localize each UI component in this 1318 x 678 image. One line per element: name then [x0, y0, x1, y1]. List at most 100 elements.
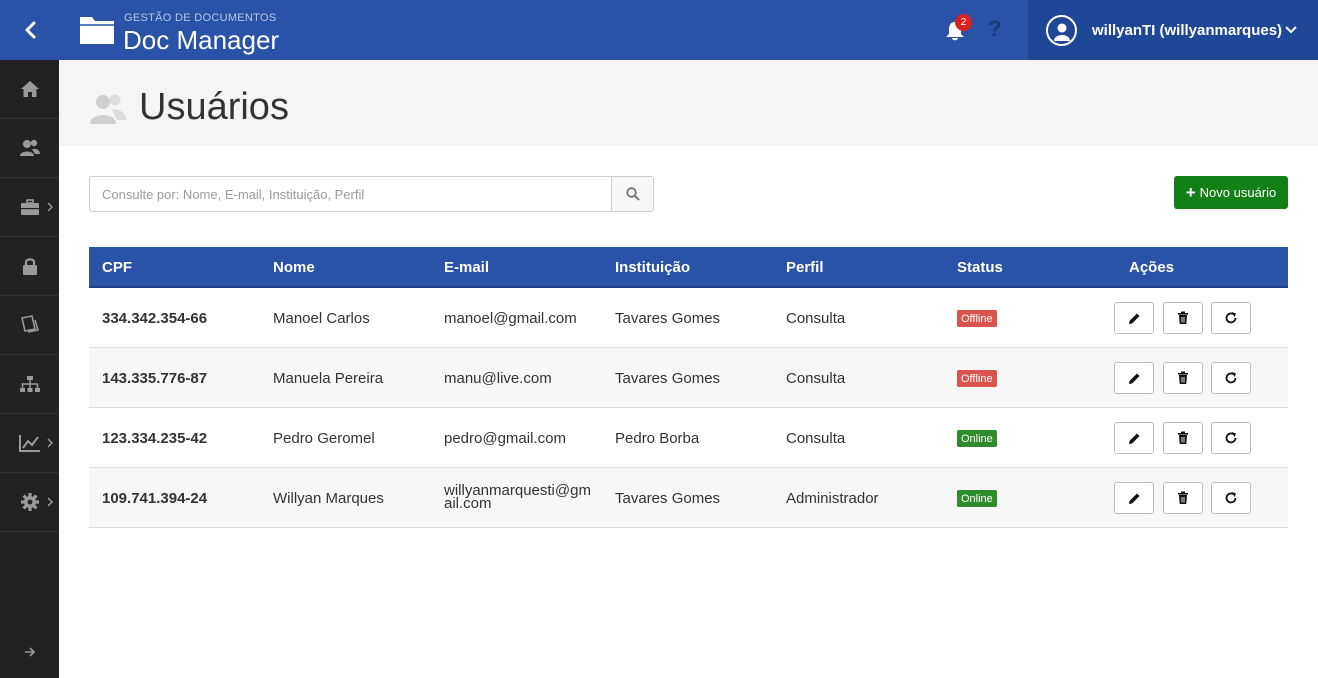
cell-instituicao: Tavares Gomes	[615, 310, 721, 327]
header-perfil[interactable]: Perfil	[786, 259, 824, 276]
cell-instituicao: Tavares Gomes	[615, 370, 721, 387]
header-email[interactable]: E-mail	[444, 259, 489, 276]
table-row: 334.342.354-66 Manoel Carlos manoel@gmai…	[89, 288, 1288, 348]
notification-badge: 2	[955, 14, 972, 31]
page-title: Usuários	[139, 86, 289, 128]
cell-cpf: 143.335.776-87	[102, 370, 208, 387]
user-name: willyanTI (willyanmarques)	[1092, 22, 1283, 39]
delete-button[interactable]	[1163, 302, 1203, 334]
cell-nome: Manuela Pereira	[273, 370, 384, 387]
sidebar-item-home[interactable]	[0, 60, 59, 119]
table-header: CPF Nome E-mail Instituição Perfil Statu…	[89, 247, 1288, 288]
cell-perfil: Administrador	[786, 490, 879, 507]
page-title-bar: Usuários	[59, 60, 1318, 146]
status-badge: Online	[957, 430, 997, 447]
search-box	[89, 176, 654, 212]
table-row: 123.334.235-42 Pedro Geromel pedro@gmail…	[89, 408, 1288, 468]
status-badge: Offline	[957, 310, 997, 327]
documents-icon	[20, 315, 39, 333]
chart-icon	[18, 435, 40, 452]
status-badge: Online	[957, 490, 997, 507]
reset-button[interactable]	[1211, 302, 1251, 334]
sidebar-item-documents[interactable]	[0, 296, 59, 355]
users-icon	[19, 139, 40, 156]
refresh-icon	[1225, 312, 1237, 324]
users-table: CPF Nome E-mail Instituição Perfil Statu…	[89, 247, 1288, 528]
delete-button[interactable]	[1163, 422, 1203, 454]
sidebar-expand-button[interactable]	[0, 626, 59, 678]
header-status[interactable]: Status	[957, 259, 1003, 276]
chevron-right-icon	[47, 497, 53, 507]
cell-perfil: Consulta	[786, 430, 846, 447]
folder-icon	[80, 17, 114, 44]
cell-perfil: Consulta	[786, 310, 846, 327]
search-icon	[625, 187, 640, 201]
delete-button[interactable]	[1163, 362, 1203, 394]
briefcase-icon	[20, 198, 39, 215]
edit-button[interactable]	[1114, 362, 1154, 394]
cell-cpf: 109.741.394-24	[102, 490, 208, 507]
new-user-button[interactable]: + Novo usuário	[1174, 176, 1288, 209]
pencil-icon	[1128, 313, 1139, 324]
header-instituicao[interactable]: Instituição	[615, 259, 690, 276]
chevron-left-icon	[25, 21, 35, 39]
new-user-label: Novo usuário	[1199, 185, 1277, 200]
user-menu[interactable]: willyanTI (willyanmarques)	[1028, 0, 1318, 60]
header-acoes: Ações	[1129, 259, 1175, 276]
cell-nome: Manoel Carlos	[273, 310, 370, 327]
sidebar-item-users[interactable]	[0, 119, 59, 178]
reset-button[interactable]	[1211, 422, 1251, 454]
chevron-right-icon	[47, 438, 53, 448]
refresh-icon	[1225, 432, 1237, 444]
lock-icon	[22, 257, 37, 275]
cell-instituicao: Tavares Gomes	[615, 490, 721, 507]
home-icon	[20, 81, 39, 97]
cell-instituicao: Pedro Borba	[615, 430, 700, 447]
sidebar-item-reports[interactable]	[0, 414, 59, 473]
user-icon	[1053, 23, 1070, 41]
edit-button[interactable]	[1114, 302, 1154, 334]
edit-button[interactable]	[1114, 422, 1154, 454]
refresh-icon	[1225, 492, 1237, 504]
cell-nome: Pedro Geromel	[273, 430, 375, 447]
chevron-down-icon	[1285, 26, 1297, 34]
header-cpf[interactable]: CPF	[102, 259, 132, 276]
trash-icon	[1178, 371, 1188, 384]
gear-icon	[20, 493, 39, 511]
search-input[interactable]	[90, 177, 612, 211]
chevron-right-icon	[47, 202, 53, 212]
cell-email: manoel@gmail.com	[444, 310, 577, 327]
brand-subtitle: GESTÃO DE DOCUMENTOS	[124, 12, 277, 24]
arrow-right-icon	[24, 647, 35, 657]
brand-title: Doc Manager	[123, 25, 280, 55]
edit-button[interactable]	[1114, 482, 1154, 514]
table-row: 143.335.776-87 Manuela Pereira manu@live…	[89, 348, 1288, 408]
help-icon[interactable]: ?	[988, 16, 1001, 42]
sidebar	[0, 0, 59, 678]
reset-button[interactable]	[1211, 362, 1251, 394]
sidebar-item-briefcase[interactable]	[0, 178, 59, 237]
top-header: GESTÃO DE DOCUMENTOS Doc Manager 2 ? wil…	[59, 0, 1318, 60]
sidebar-item-structure[interactable]	[0, 355, 59, 414]
trash-icon	[1178, 491, 1188, 504]
plus-icon: +	[1185, 183, 1196, 202]
cell-cpf: 334.342.354-66	[102, 310, 208, 327]
header-nome[interactable]: Nome	[273, 259, 315, 276]
pencil-icon	[1128, 433, 1139, 444]
cell-email: pedro@gmail.com	[444, 430, 566, 447]
cell-email: willyanmarquesti@gmail.com	[444, 482, 591, 512]
reset-button[interactable]	[1211, 482, 1251, 514]
refresh-icon	[1225, 372, 1237, 384]
org-chart-icon	[19, 376, 40, 392]
status-badge: Offline	[957, 370, 997, 387]
search-button[interactable]	[611, 177, 653, 211]
delete-button[interactable]	[1163, 482, 1203, 514]
pencil-icon	[1128, 493, 1139, 504]
cell-email: manu@live.com	[444, 370, 552, 387]
cell-cpf: 123.334.235-42	[102, 430, 208, 447]
sidebar-item-security[interactable]	[0, 237, 59, 296]
sidebar-collapse-button[interactable]	[0, 0, 59, 60]
trash-icon	[1178, 311, 1188, 324]
avatar	[1046, 15, 1077, 46]
sidebar-item-settings[interactable]	[0, 473, 59, 532]
